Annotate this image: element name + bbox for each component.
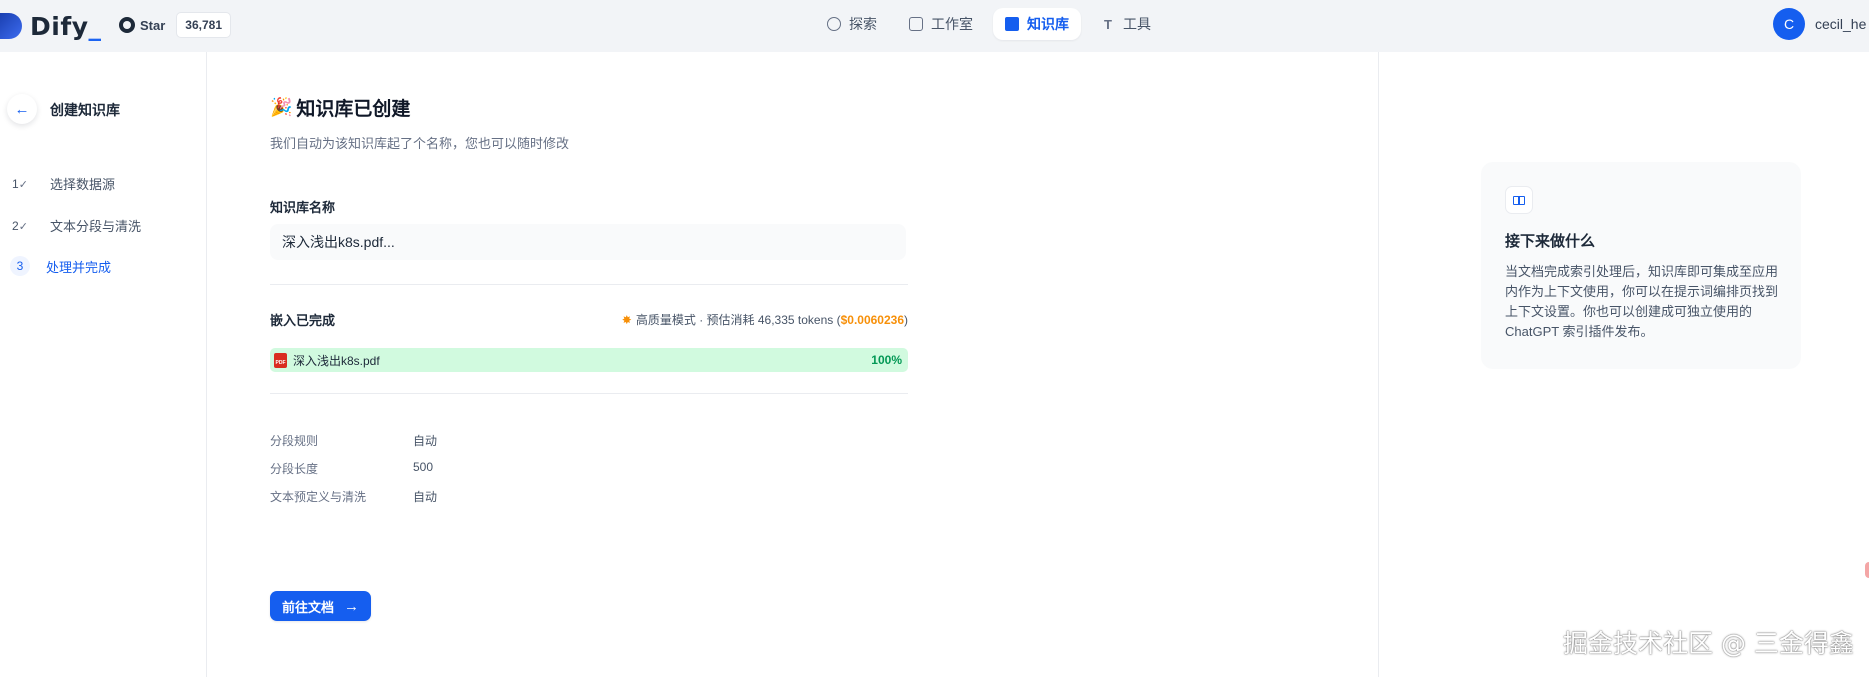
github-star-count: 36,781 (176, 12, 231, 38)
logo-underscore: _ (88, 11, 102, 41)
party-icon: 🎉 (270, 97, 293, 117)
nav-studio[interactable]: 工作室 (897, 8, 985, 40)
embedding-close-paren: ) (904, 312, 908, 327)
setting-row-segment-length: 分段长度 500 (270, 460, 433, 477)
robot-icon (909, 17, 923, 31)
step-segment-clean: 2✓ 文本分段与清洗 (12, 216, 141, 235)
step-number: 3 (10, 256, 30, 276)
embedding-meta: ✸ 高质量模式 · 预估消耗 46,335 tokens ($0.0060236… (622, 311, 908, 328)
step-label: 文本分段与清洗 (50, 219, 142, 234)
check-icon: ✓ (18, 178, 28, 191)
next-steps-text: 当文档完成索引处理后，知识库即可集成至应用内作为上下文使用，你可以在提示词编排页… (1505, 264, 1779, 339)
embedding-status-title: 嵌入已完成 (270, 313, 336, 328)
card-icon-box (1505, 186, 1533, 214)
right-panel-divider (1378, 52, 1379, 677)
user-name: cecil_he (1815, 16, 1867, 32)
user-menu[interactable]: C cecil_he (1773, 8, 1866, 40)
page-title-text: 知识库已创建 (296, 99, 411, 120)
step-process-finish: 3 处理并完成 (10, 256, 112, 276)
nav-tools-label: 工具 (1123, 16, 1151, 32)
file-name: 深入浅出k8s.pdf (293, 353, 380, 368)
go-to-documents-label: 前往文档 (282, 599, 335, 615)
top-header: Dify_ Star 36,781 探索 工作室 知识库 T 工具 C ceci… (0, 0, 1869, 52)
nav-knowledge-label: 知识库 (1027, 16, 1069, 32)
logo-text: Dify (30, 11, 89, 41)
arrow-right-icon: → (344, 597, 360, 615)
next-steps-title: 接下来做什么 (1505, 233, 1596, 250)
go-to-documents-button[interactable]: 前往文档 → (270, 591, 372, 621)
dify-logo[interactable]: Dify_ (0, 11, 102, 41)
nav-knowledge[interactable]: 知识库 (993, 8, 1081, 40)
embedding-mode-text: 高质量模式 · 预估消耗 46,335 tokens ( (635, 313, 841, 327)
next-steps-card: 接下来做什么 当文档完成索引处理后，知识库即可集成至应用内作为上下文使用，你可以… (1481, 162, 1801, 369)
setting-value: 自动 (413, 490, 438, 504)
back-button[interactable]: ← (7, 94, 37, 124)
main-nav: 探索 工作室 知识库 T 工具 (815, 8, 1171, 40)
sidebar-title: 创建知识库 (50, 102, 120, 118)
setting-key: 分段规则 (270, 434, 319, 448)
nav-explore[interactable]: 探索 (815, 8, 889, 40)
avatar: C (1773, 8, 1805, 40)
nav-studio-label: 工作室 (931, 16, 973, 32)
setting-key: 分段长度 (270, 462, 319, 476)
file-progress-percent: 100% (871, 353, 902, 367)
nav-tools[interactable]: T 工具 (1089, 8, 1163, 40)
embedding-price: $0.0060236 (840, 312, 904, 327)
open-book-icon (1513, 195, 1525, 205)
logo-mark-icon (0, 13, 22, 39)
step-label: 处理并完成 (46, 259, 112, 275)
book-icon (1005, 17, 1019, 31)
sun-icon: ✸ (621, 312, 632, 327)
file-progress-bar: PDF 深入浅出k8s.pdf 100% (270, 348, 908, 372)
compass-icon (827, 17, 841, 31)
create-knowledge-sidebar: ← 创建知识库 1✓ 选择数据源 2✓ 文本分段与清洗 3 处理并完成 (0, 52, 207, 677)
setting-key: 文本预定义与清洗 (270, 490, 367, 504)
divider (270, 284, 908, 285)
setting-value: 500 (413, 460, 434, 474)
step-label: 选择数据源 (50, 177, 116, 192)
nav-explore-label: 探索 (849, 16, 877, 32)
github-star-button[interactable]: Star 36,781 (119, 12, 231, 38)
arrow-left-icon: ← (14, 100, 30, 118)
step-number: 2 (12, 218, 19, 233)
setting-row-segment-rule: 分段规则 自动 (270, 432, 437, 449)
step-number: 1 (12, 176, 19, 191)
knowledge-name-value: 深入浅出k8s.pdf... (282, 234, 395, 250)
watermark: 掘金技术社区 @ 三金得鑫 (1563, 629, 1854, 658)
page-title: 🎉 知识库已创建 (270, 94, 410, 121)
divider (270, 393, 908, 394)
main-content: 🎉 知识库已创建 我们自动为该知识库起了个名称，您也可以随时修改 知识库名称 深… (270, 52, 910, 677)
check-icon: ✓ (18, 220, 28, 233)
pdf-file-icon: PDF (274, 352, 287, 368)
tool-icon: T (1104, 16, 1112, 32)
setting-value: 自动 (413, 434, 438, 448)
github-star-label: Star (140, 17, 166, 33)
step-select-source: 1✓ 选择数据源 (12, 174, 115, 193)
setting-row-preprocess: 文本预定义与清洗 自动 (270, 488, 437, 505)
page-subtitle: 我们自动为该知识库起了个名称，您也可以随时修改 (270, 136, 570, 151)
edge-indicator (1865, 562, 1869, 578)
github-icon (119, 17, 135, 33)
knowledge-name-label: 知识库名称 (270, 200, 336, 215)
knowledge-name-input[interactable]: 深入浅出k8s.pdf... (270, 224, 906, 260)
